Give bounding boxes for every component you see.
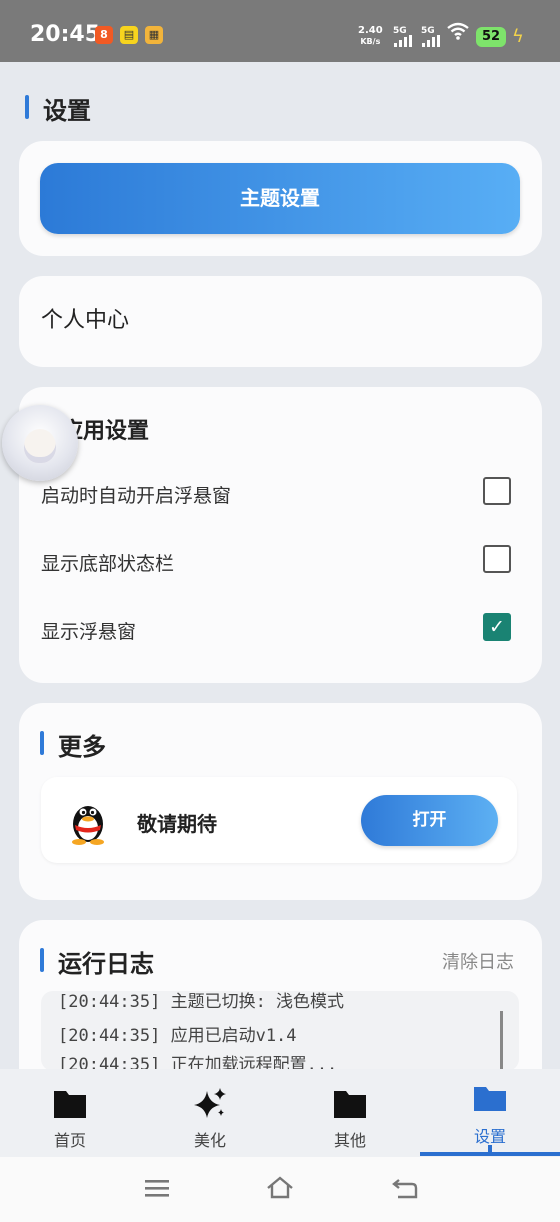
nav-beautify-label: 美化 bbox=[193, 1131, 226, 1150]
folder-icon bbox=[474, 1087, 506, 1111]
page-title-text: 设置 bbox=[43, 97, 91, 125]
wifi-icon bbox=[447, 22, 469, 40]
bottom-navigation: 首页 美化 其他 设置 bbox=[0, 1069, 560, 1157]
log-output[interactable]: [20:44:35] 主题已切换: 浅色模式 [20:44:35] 应用已启动v… bbox=[41, 991, 519, 1071]
more-card: 更多 敬请期待 打开 bbox=[19, 703, 542, 900]
more-title: 更多 bbox=[40, 727, 106, 762]
log-line: [20:44:35] 正在加载远程配置... bbox=[58, 1055, 338, 1071]
setting-label: 显示浮悬窗 bbox=[41, 621, 137, 643]
app-settings-card: 应用设置 启动时自动开启浮悬窗 显示底部状态栏 显示浮悬窗 ✓ bbox=[19, 387, 542, 683]
nav-beautify[interactable]: 美化 bbox=[140, 1069, 280, 1157]
title-accent-bar bbox=[25, 95, 29, 119]
log-title-text: 运行日志 bbox=[58, 950, 154, 978]
float-window-checkbox[interactable]: ✓ bbox=[483, 613, 511, 641]
folder-icon bbox=[334, 1091, 366, 1118]
setting-row-float-window[interactable]: 显示浮悬窗 ✓ bbox=[41, 611, 521, 651]
nav-active-dot bbox=[488, 1145, 492, 1153]
app-notify-icon: 8 bbox=[95, 26, 113, 44]
charging-icon: ϟ bbox=[512, 26, 524, 47]
log-line: [20:44:35] 应用已启动v1.4 bbox=[58, 1026, 297, 1046]
app-yellow-icon: ▤ bbox=[120, 26, 138, 44]
status-bar: 20:45 8 ▤ ▦ 2.40 KB/s 5G 5G 52 ϟ bbox=[0, 0, 560, 62]
log-line: [20:44:35] 主题已切换: 浅色模式 bbox=[58, 992, 345, 1012]
more-list-item: 敬请期待 打开 bbox=[41, 777, 517, 863]
clear-log-button[interactable]: 清除日志 bbox=[442, 948, 514, 974]
signal-2-icon bbox=[422, 35, 442, 47]
back-icon[interactable] bbox=[390, 1175, 420, 1201]
page-title: 设置 bbox=[25, 91, 91, 126]
nav-home-label: 首页 bbox=[53, 1131, 86, 1150]
log-title: 运行日志 bbox=[40, 944, 154, 979]
qq-penguin-icon bbox=[72, 806, 104, 845]
title-accent-bar bbox=[40, 731, 44, 755]
nav-other-label: 其他 bbox=[333, 1131, 366, 1150]
signal-1-icon bbox=[394, 35, 414, 47]
system-navigation-bar bbox=[0, 1157, 560, 1222]
title-accent-bar bbox=[40, 948, 44, 972]
more-title-text: 更多 bbox=[58, 733, 106, 761]
open-button[interactable]: 打开 bbox=[361, 795, 498, 846]
log-scrollbar[interactable] bbox=[500, 1011, 503, 1071]
coming-soon-label: 敬请期待 bbox=[137, 812, 217, 836]
nav-settings-label: 设置 bbox=[473, 1127, 506, 1146]
folder-icon bbox=[54, 1091, 86, 1118]
setting-row-status-bar[interactable]: 显示底部状态栏 bbox=[41, 543, 521, 583]
app-game-icon: ▦ bbox=[145, 26, 163, 44]
menu-icon[interactable] bbox=[142, 1175, 172, 1201]
setting-label: 启动时自动开启浮悬窗 bbox=[41, 485, 232, 507]
battery-icon: 52 bbox=[476, 27, 506, 47]
theme-settings-button[interactable]: 主题设置 bbox=[40, 163, 520, 234]
auto-float-checkbox[interactable] bbox=[483, 477, 511, 505]
nav-home[interactable]: 首页 bbox=[0, 1069, 140, 1157]
net-speed-value: 2.40 bbox=[358, 25, 383, 36]
floating-avatar[interactable] bbox=[2, 405, 78, 481]
status-bar-checkbox[interactable] bbox=[483, 545, 511, 573]
setting-label: 显示底部状态栏 bbox=[41, 553, 175, 575]
nav-settings[interactable]: 设置 bbox=[420, 1069, 560, 1157]
nav-other[interactable]: 其他 bbox=[280, 1069, 420, 1157]
theme-card: 主题设置 bbox=[19, 141, 542, 256]
home-icon[interactable] bbox=[265, 1175, 295, 1201]
profile-center-label: 个人中心 bbox=[41, 308, 130, 333]
network-speed: 2.40 KB/s bbox=[358, 25, 383, 47]
net-speed-unit: KB/s bbox=[360, 37, 381, 46]
status-time: 20:45 bbox=[30, 22, 101, 47]
sparkle-icon bbox=[194, 1088, 226, 1118]
profile-card[interactable]: 个人中心 bbox=[19, 276, 542, 367]
setting-row-auto-float[interactable]: 启动时自动开启浮悬窗 bbox=[41, 475, 521, 515]
